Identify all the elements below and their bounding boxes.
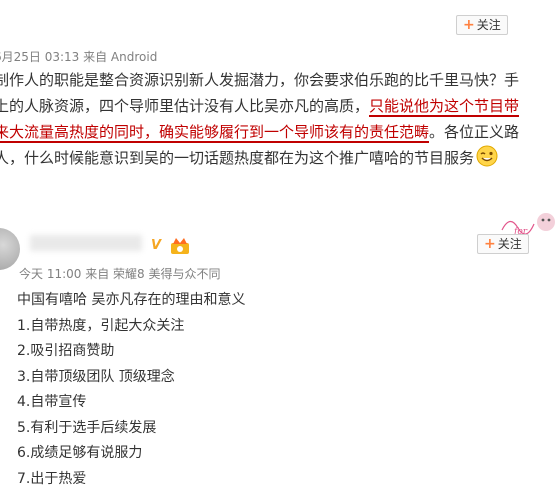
verified-badge-icon: V xyxy=(151,238,162,253)
weibo-post-2: V for + 关注 今天 11:00 来自 荣耀8 美得与众不同 中国有嘻哈 … xyxy=(0,200,560,494)
post-meta: 今天 11:00 来自 荣耀8 美得与众不同 xyxy=(19,267,221,281)
post-body: 制作人的职能是整合资源识别新人发掘潜力，你会要求伯乐跑的比千里马快？手 上的人脉资… xyxy=(0,67,560,171)
follow-label: 关注 xyxy=(497,237,522,251)
post-line: 来大流量高热度的同时，确实能够履行到一个导师该有的责任范畴。各位正义路 xyxy=(0,119,560,145)
decorative-sticker: for xyxy=(500,210,560,237)
username-blurred[interactable] xyxy=(30,235,142,251)
weibo-post-1: + 关注 6月25日 03:13 来自 Android 制作人的职能是整合资源识… xyxy=(0,0,560,195)
highlighted-text: 来大流量高热度的同时，确实能够履行到一个导师该有的责任范畴 xyxy=(0,123,430,143)
wink-emoji-icon xyxy=(476,145,498,167)
list-item: 4.自带宣传 xyxy=(17,394,87,410)
text-segment: 上的人脉资源，四个导师里估计没有人比吴亦凡的高质， xyxy=(0,97,370,115)
list-item: 3.自带顶级团队 顶级理念 xyxy=(17,368,175,385)
list-item: 2.吸引招商赞助 xyxy=(17,343,115,359)
text-segment: 人，什么时候能意识到吴的一切话题热度都在为这个推广嘻哈的节目服务 xyxy=(0,149,475,167)
follow-button[interactable]: + 关注 xyxy=(477,234,529,254)
post-heading-line: 中国有嘻哈 吴亦凡存在的理由和意义 xyxy=(17,292,246,308)
text-segment: 。各位正义路 xyxy=(429,123,520,141)
post-line: 上的人脉资源，四个导师里估计没有人比吴亦凡的高质，只能说他为这个节目带 xyxy=(0,93,560,119)
member-crown-icon xyxy=(171,238,189,254)
plus-icon: + xyxy=(484,236,496,252)
list-item: 5.有利于选手后续发展 xyxy=(17,419,157,436)
highlighted-text: 只能说他为这个节目带 xyxy=(369,97,520,117)
follow-label: 关注 xyxy=(476,18,501,32)
plus-icon: + xyxy=(463,17,475,33)
post-body: 中国有嘻哈 吴亦凡存在的理由和意义 1.自带热度，引起大众关注 2.吸引招商赞助 3.… xyxy=(17,288,537,492)
post-line: 人，什么时候能意识到吴的一切话题热度都在为这个推广嘻哈的节目服务 xyxy=(0,145,560,171)
post-meta: 6月25日 03:13 来自 Android xyxy=(0,50,158,64)
sticker-graphic: for xyxy=(501,213,555,237)
avatar[interactable] xyxy=(0,228,20,270)
list-item: 6.成绩足够有说服力 xyxy=(17,445,143,461)
follow-button[interactable]: + 关注 xyxy=(456,15,508,35)
text-segment: 制作人的职能是整合资源识别新人发掘潜力，你会要求伯乐跑的比千里马快？手 xyxy=(0,71,520,89)
list-item: 7.出于热爱 xyxy=(17,470,87,487)
list-item: 1.自带热度，引起大众关注 xyxy=(17,317,185,334)
post-line: 制作人的职能是整合资源识别新人发掘潜力，你会要求伯乐跑的比千里马快？手 xyxy=(0,67,560,93)
